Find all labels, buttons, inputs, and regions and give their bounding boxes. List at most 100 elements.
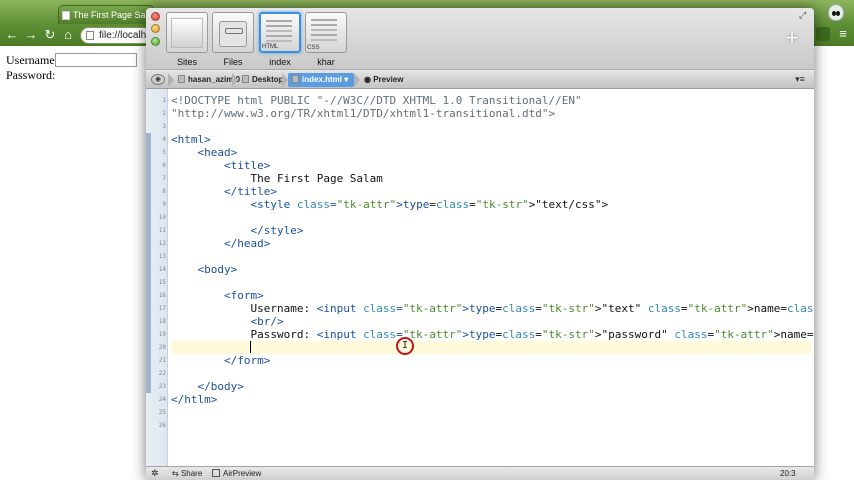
code-line[interactable]: </title> <box>171 185 811 198</box>
line-number: 13 <box>158 253 166 260</box>
line-number: 11 <box>158 227 166 234</box>
code-line[interactable]: <title> <box>171 159 811 172</box>
username-row: Username: <box>6 53 137 67</box>
share-label: Share <box>180 469 203 478</box>
tab-files[interactable]: Files <box>212 12 254 72</box>
fullscreen-icon[interactable]: ⤢ <box>799 10 809 20</box>
line-number: 20 <box>158 344 166 351</box>
line-number: 18 <box>158 318 166 325</box>
status-bar: ✲ ⇆ Share AirPreview 20:3 <box>146 466 814 480</box>
code-line[interactable]: <form> <box>171 289 811 302</box>
profile-avatar-icon[interactable] <box>828 4 844 21</box>
line-number: 23 <box>158 383 166 390</box>
minimize-window-icon[interactable] <box>151 24 160 33</box>
code-line[interactable]: "http://www.w3.org/TR/xhtml1/DTD/xhtml1-… <box>171 107 811 120</box>
files-icon <box>219 21 247 47</box>
home-icon[interactable]: ⌂ <box>61 27 75 43</box>
line-number: 15 <box>158 279 166 286</box>
add-tab-button[interactable]: + <box>780 27 804 49</box>
khar-thumbnail: CSS <box>305 12 347 53</box>
code-line[interactable] <box>171 276 811 289</box>
folder-icon <box>178 75 185 83</box>
code-line[interactable]: <!DOCTYPE html PUBLIC "-//W3C//DTD XHTML… <box>171 94 811 107</box>
line-number: 3 <box>162 123 166 130</box>
sites-thumbnail <box>166 12 208 53</box>
code-line[interactable] <box>171 406 811 419</box>
code-line[interactable]: </htlm> <box>171 393 811 406</box>
sites-icon <box>171 18 203 48</box>
browser-menu-icon[interactable]: ≡ <box>834 27 852 41</box>
code-line[interactable] <box>171 250 811 263</box>
code-line[interactable] <box>171 211 811 224</box>
code-line[interactable]: </form> <box>171 354 811 367</box>
breadcrumb: ◉ hasan_azimi0 Desktop index.html ▾ ◉ Pr… <box>146 71 814 89</box>
document-icon <box>292 75 299 83</box>
line-number: 14 <box>158 266 166 273</box>
coda-editor-window: Sites Files HTML index CSS khar ⤢ + ◉ ha… <box>146 8 814 480</box>
code-line[interactable] <box>171 367 811 380</box>
close-window-icon[interactable] <box>151 12 160 21</box>
code-line[interactable]: </head> <box>171 237 811 250</box>
line-number: 7 <box>162 175 166 182</box>
code-line[interactable] <box>171 419 811 432</box>
ibeam-cursor-icon: I <box>401 340 409 351</box>
airpreview-label: AirPreview <box>223 469 262 478</box>
forward-arrow-icon[interactable]: → <box>24 27 38 43</box>
code-editor[interactable]: 1 2 3 4 5 6 7 8 9 10 11 12 13 14 15 16 17 18 19 20 21 22 23 24 2… <box>146 89 814 466</box>
code-line[interactable]: The First Page Salam <box>171 172 811 185</box>
breadcrumb-item-desktop[interactable]: Desktop <box>238 73 284 87</box>
breadcrumb-label: Desktop <box>252 75 284 84</box>
reload-icon[interactable]: ↻ <box>43 27 57 43</box>
line-number: 4 <box>162 136 166 143</box>
code-line[interactable]: <body> <box>171 263 811 276</box>
breadcrumb-item-file[interactable]: index.html ▾ <box>288 73 354 87</box>
line-number: 5 <box>162 149 166 156</box>
breadcrumb-label: index.html <box>302 75 343 84</box>
thumb-badge: HTML <box>262 44 279 50</box>
browser-tab-title: The First Page Salam <box>73 10 154 20</box>
username-input[interactable] <box>55 53 137 67</box>
browser-right-controls: ≡ <box>816 27 854 43</box>
tab-label: khar <box>317 57 335 67</box>
code-line[interactable]: <style class="tk-attr">type=class="tk-st… <box>171 198 811 211</box>
preview-button[interactable]: ◉ Preview <box>360 73 403 87</box>
breadcrumb-label: Preview <box>373 75 404 84</box>
code-line[interactable] <box>171 341 811 354</box>
code-line[interactable]: Username: <input class="tk-attr">type=cl… <box>171 302 814 315</box>
line-number: 10 <box>158 214 166 221</box>
eye-icon[interactable]: ◉ <box>151 74 165 85</box>
code-line[interactable]: <html> <box>171 133 811 146</box>
files-thumbnail <box>212 12 254 53</box>
navigator-menu-icon[interactable]: ▾≡ <box>791 74 809 85</box>
zoom-window-icon[interactable] <box>151 37 160 46</box>
tab-khar[interactable]: CSS khar <box>305 12 347 72</box>
tab-sites[interactable]: Sites <box>166 12 208 72</box>
cursor-position: 20:3 <box>780 469 796 478</box>
line-number: 21 <box>158 357 166 364</box>
code-line[interactable] <box>171 120 811 133</box>
gear-icon[interactable]: ✲ <box>151 467 159 480</box>
line-number: 2 <box>162 110 166 117</box>
share-button[interactable]: ⇆ Share <box>172 467 202 480</box>
extension-icon[interactable] <box>816 27 830 41</box>
line-number: 12 <box>158 240 166 247</box>
line-number: 16 <box>158 292 166 299</box>
line-number: 19 <box>158 331 166 338</box>
code-line[interactable]: </body> <box>171 380 811 393</box>
thumb-badge: CSS <box>307 45 320 51</box>
browser-tab[interactable]: The First Page Salam <box>58 5 154 24</box>
address-text: file://localh <box>99 30 147 41</box>
text-caret <box>250 341 252 353</box>
tab-index[interactable]: HTML index <box>259 12 301 72</box>
code-line[interactable]: <br/> <box>171 315 811 328</box>
line-number: 8 <box>162 188 166 195</box>
code-line[interactable]: </style> <box>171 224 811 237</box>
code-line[interactable]: <head> <box>171 146 811 159</box>
breadcrumb-item-user[interactable]: hasan_azimi0 <box>174 73 240 87</box>
code-line[interactable]: Password: <input class="tk-attr">type=cl… <box>171 328 814 341</box>
code-preview-lines <box>311 19 337 21</box>
airpreview-button[interactable]: AirPreview <box>212 467 261 480</box>
username-label: Username: <box>6 53 58 67</box>
code-preview-lines <box>266 20 292 22</box>
back-arrow-icon[interactable]: ← <box>5 27 19 43</box>
